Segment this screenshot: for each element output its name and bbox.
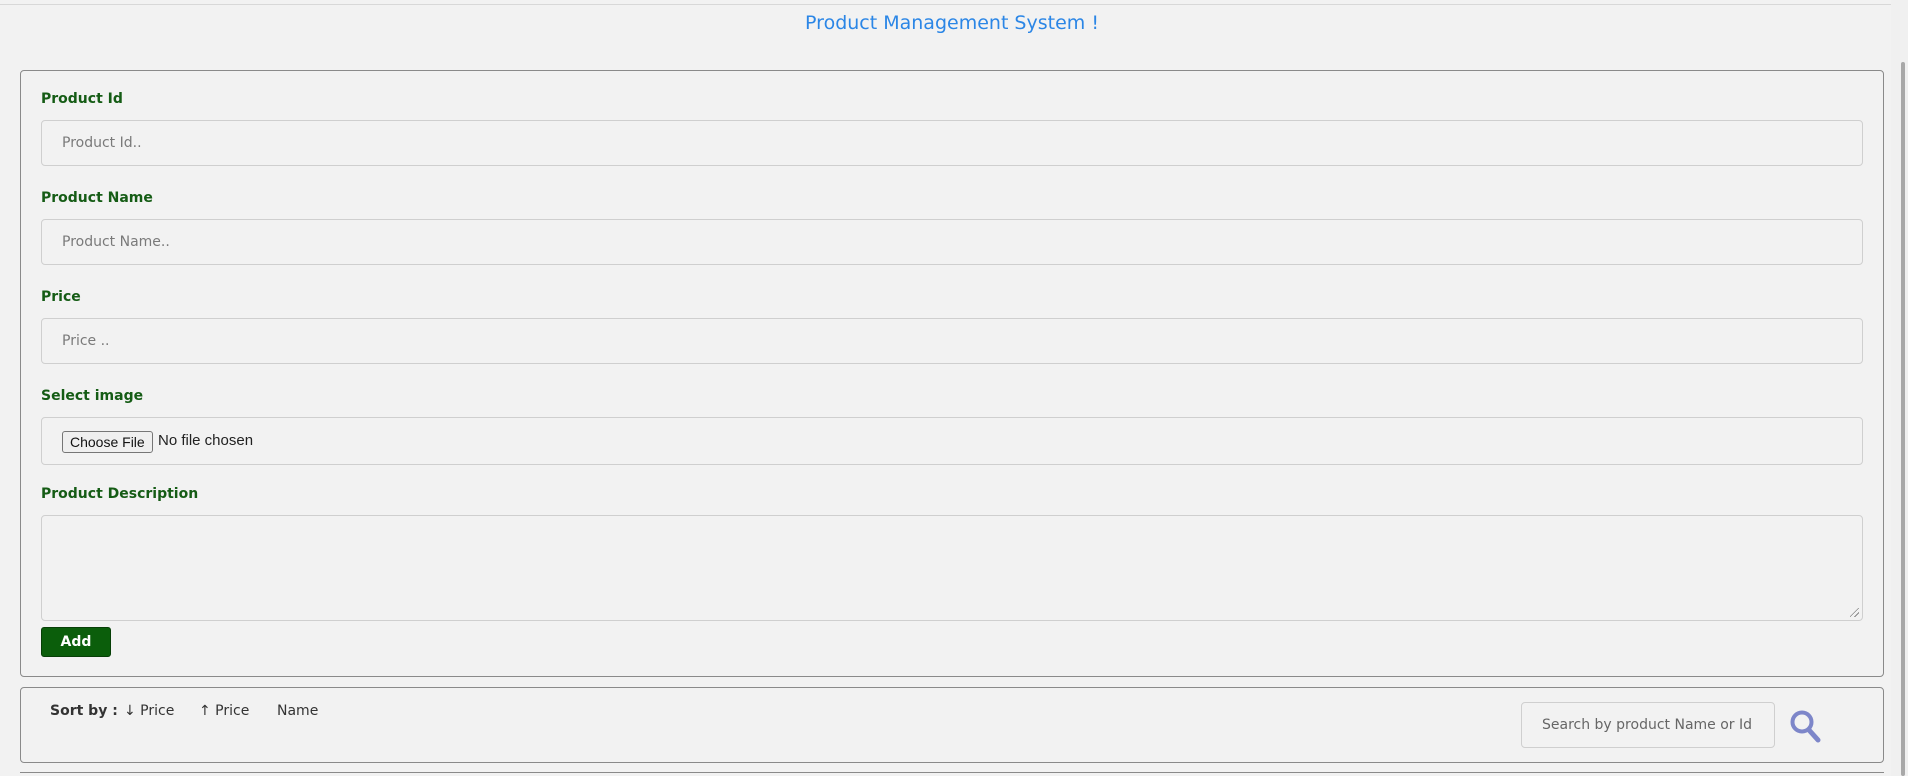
product-description-label: Product Description bbox=[41, 486, 199, 502]
page-title: Product Management System ! bbox=[805, 12, 1099, 34]
select-image-label: Select image bbox=[41, 388, 144, 404]
product-name-label: Product Name bbox=[41, 190, 153, 206]
sort-search-bar: Sort by : ↓ Price ↑ Price Name bbox=[20, 687, 1884, 763]
file-status-text: No file chosen bbox=[158, 432, 254, 449]
vertical-scrollbar[interactable] bbox=[1891, 0, 1908, 776]
product-id-label: Product Id bbox=[41, 91, 123, 107]
sort-name[interactable]: Name bbox=[277, 703, 318, 719]
product-form: Product Id Product Name Price Select ima… bbox=[20, 70, 1884, 677]
price-label: Price bbox=[41, 289, 81, 305]
product-description-textarea[interactable] bbox=[41, 515, 1863, 621]
search-icon[interactable] bbox=[1789, 709, 1821, 743]
top-divider bbox=[0, 4, 1904, 5]
product-id-input[interactable] bbox=[41, 120, 1863, 166]
scrollbar-thumb[interactable] bbox=[1901, 62, 1905, 776]
price-input[interactable] bbox=[41, 318, 1863, 364]
resize-grip-icon[interactable] bbox=[1850, 608, 1859, 617]
choose-file-button[interactable]: Choose File bbox=[62, 431, 153, 453]
image-file-input[interactable]: Choose File No file chosen bbox=[41, 417, 1863, 465]
sort-price-asc[interactable]: ↑ Price bbox=[199, 703, 249, 719]
add-button[interactable]: Add bbox=[41, 627, 111, 657]
sort-by-label: Sort by : bbox=[50, 703, 118, 719]
product-name-input[interactable] bbox=[41, 219, 1863, 265]
search-input[interactable] bbox=[1521, 702, 1775, 748]
sort-price-desc[interactable]: ↓ Price bbox=[124, 703, 174, 719]
next-panel-edge bbox=[20, 772, 1884, 776]
